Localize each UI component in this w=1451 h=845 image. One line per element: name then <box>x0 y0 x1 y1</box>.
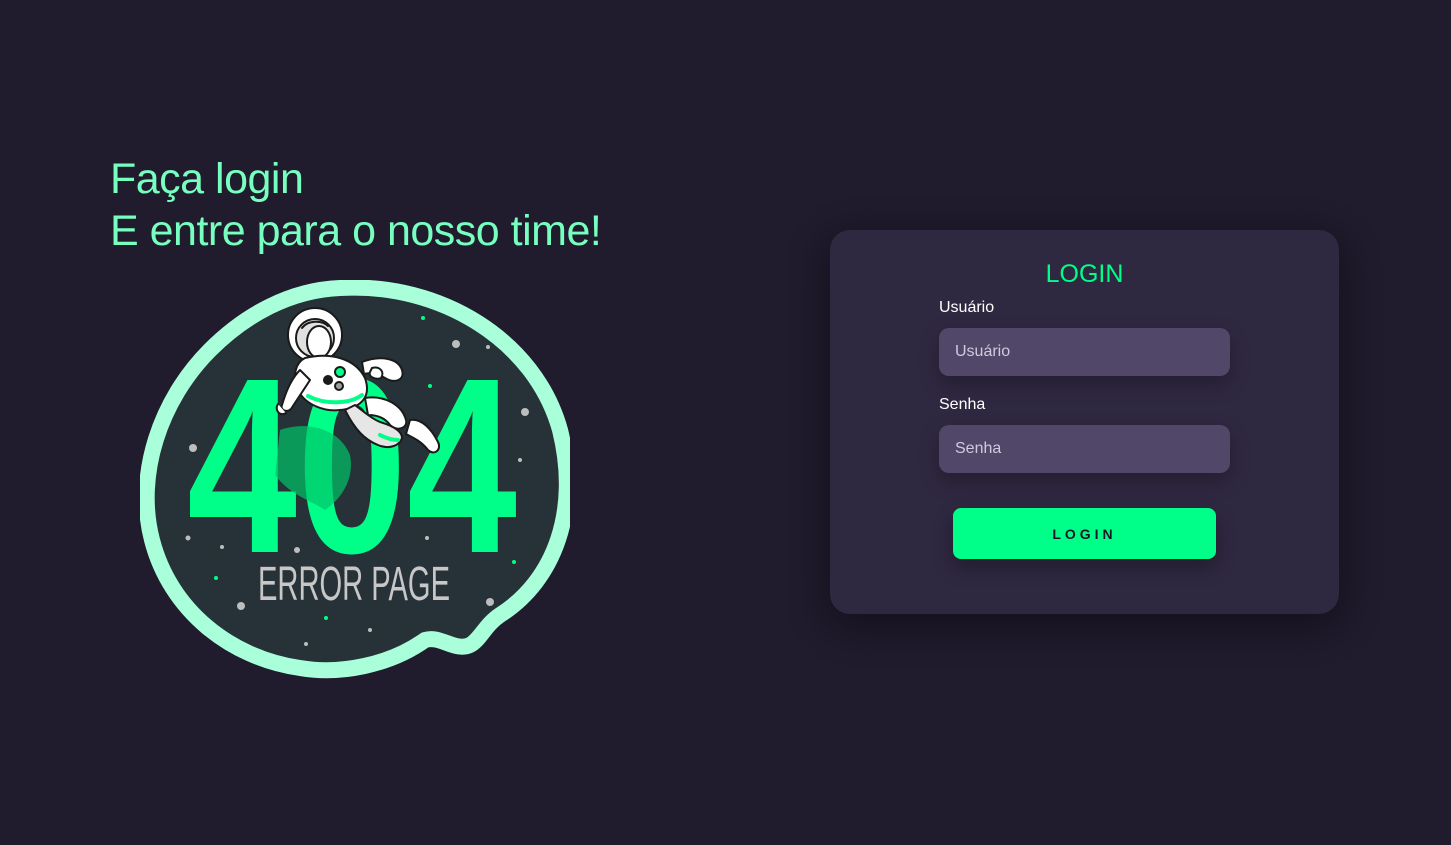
login-card: LOGIN Usuário Senha LOGIN <box>830 230 1339 614</box>
login-button[interactable]: LOGIN <box>953 508 1216 559</box>
login-page: Faça login E entre para o nosso time! 40… <box>0 0 1451 845</box>
hero-line-1: Faça login <box>110 155 304 203</box>
error-404-illustration: 404 ERROR PAGE <box>140 280 570 680</box>
password-label: Senha <box>939 396 986 413</box>
hero-heading: Faça login E entre para o nosso time! <box>110 153 602 257</box>
error-page-caption: ERROR PAGE <box>258 558 450 611</box>
password-input[interactable] <box>939 425 1230 473</box>
login-card-title: LOGIN <box>1045 260 1124 288</box>
username-label: Usuário <box>939 299 995 316</box>
username-input[interactable] <box>939 328 1230 376</box>
hero-line-2: E entre para o nosso time! <box>110 207 602 255</box>
